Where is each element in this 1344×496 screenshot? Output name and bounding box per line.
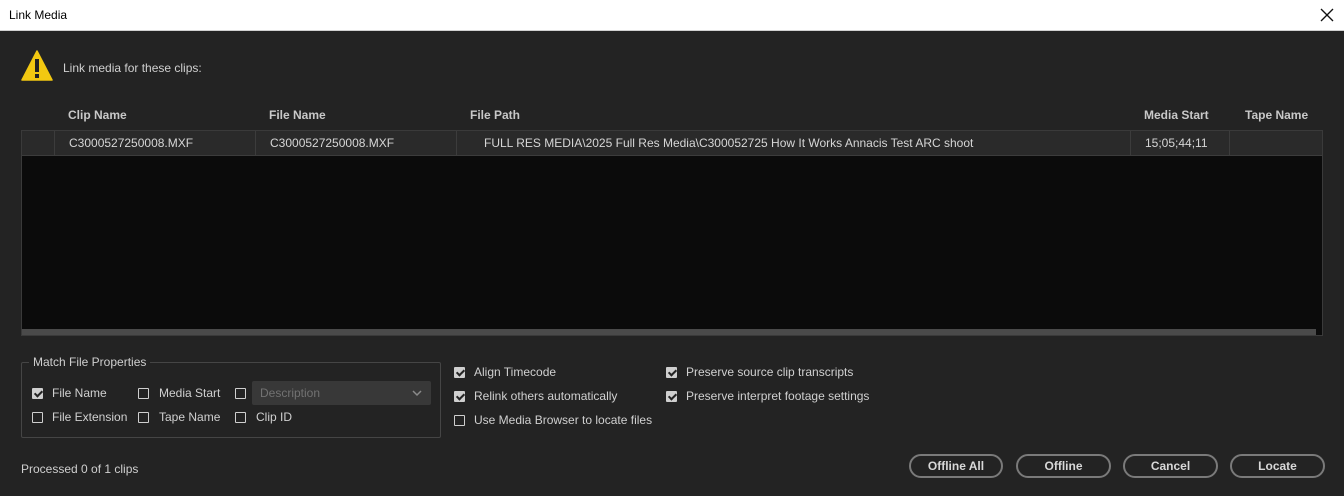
column-header-file-name[interactable]: File Name — [269, 108, 326, 122]
description-placeholder: Description — [260, 386, 321, 400]
file-name-cell: C3000527250008.MXF — [256, 131, 457, 155]
file-path-cell: FULL RES MEDIA\2025 Full Res Media\C3000… — [457, 131, 1131, 155]
clip-id-label: Clip ID — [256, 410, 293, 424]
file-extension-checkbox[interactable] — [32, 412, 43, 423]
tape-name-cell — [1230, 131, 1322, 155]
prompt-text: Link media for these clips: — [63, 61, 202, 75]
warning-icon — [21, 50, 53, 81]
clips-table[interactable]: C3000527250008.MXF C3000527250008.MXF FU… — [21, 130, 1323, 336]
file-name-label: File Name — [52, 386, 107, 400]
tape-name-checkbox[interactable] — [138, 412, 149, 423]
window-title: Link Media — [9, 8, 68, 22]
media-start-cell: 15;05;44;11 — [1131, 131, 1230, 155]
preserve-transcripts-checkbox[interactable] — [666, 367, 677, 378]
use-media-browser-label: Use Media Browser to locate files — [474, 413, 653, 427]
media-start-checkbox[interactable] — [138, 388, 149, 399]
clip-name-cell: C3000527250008.MXF — [55, 131, 256, 155]
match-file-properties-legend: Match File Properties — [29, 355, 151, 369]
description-dropdown[interactable]: Description — [252, 381, 431, 405]
use-media-browser-checkbox[interactable] — [454, 415, 465, 426]
close-icon[interactable] — [1318, 6, 1336, 24]
tape-name-label: Tape Name — [159, 410, 221, 424]
status-text: Processed 0 of 1 clips — [21, 462, 139, 476]
offline-all-button[interactable]: Offline All — [909, 454, 1003, 478]
title-bar: Link Media — [0, 0, 1344, 31]
file-extension-label: File Extension — [52, 410, 128, 424]
align-timecode-checkbox[interactable] — [454, 367, 465, 378]
relink-others-checkbox[interactable] — [454, 391, 465, 402]
preserve-interpret-label: Preserve interpret footage settings — [686, 389, 870, 403]
relink-others-label: Relink others automatically — [474, 389, 618, 403]
clip-id-checkbox[interactable] — [235, 412, 246, 423]
cancel-button[interactable]: Cancel — [1123, 454, 1218, 478]
preserve-interpret-checkbox[interactable] — [666, 391, 677, 402]
description-checkbox[interactable] — [235, 388, 246, 399]
column-header-clip-name[interactable]: Clip Name — [68, 108, 127, 122]
row-handle-cell — [22, 131, 55, 155]
offline-button[interactable]: Offline — [1016, 454, 1111, 478]
column-header-file-path[interactable]: File Path — [470, 108, 520, 122]
column-header-tape-name[interactable]: Tape Name — [1245, 108, 1308, 122]
preserve-transcripts-label: Preserve source clip transcripts — [686, 365, 854, 379]
locate-button[interactable]: Locate — [1230, 454, 1325, 478]
chevron-down-icon — [412, 390, 422, 397]
file-name-checkbox[interactable] — [32, 388, 43, 399]
table-row[interactable]: C3000527250008.MXF C3000527250008.MXF FU… — [22, 131, 1322, 156]
horizontal-scrollbar[interactable] — [22, 329, 1316, 335]
column-header-media-start[interactable]: Media Start — [1144, 108, 1209, 122]
media-start-label: Media Start — [159, 386, 221, 400]
align-timecode-label: Align Timecode — [474, 365, 557, 379]
